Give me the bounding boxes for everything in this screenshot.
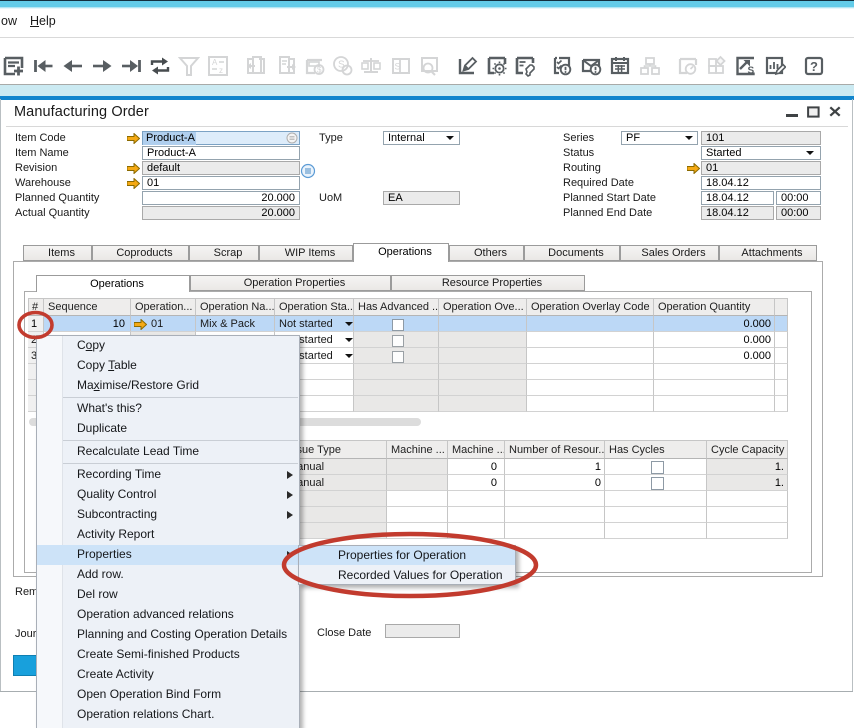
svg-text:S: S (395, 62, 401, 72)
svg-text:z: z (219, 66, 223, 75)
svg-text:S: S (748, 66, 755, 77)
svg-text:S: S (338, 60, 345, 71)
svg-text:A: A (212, 58, 218, 67)
svg-text:?: ? (810, 59, 818, 74)
svg-text:$: $ (317, 66, 322, 75)
